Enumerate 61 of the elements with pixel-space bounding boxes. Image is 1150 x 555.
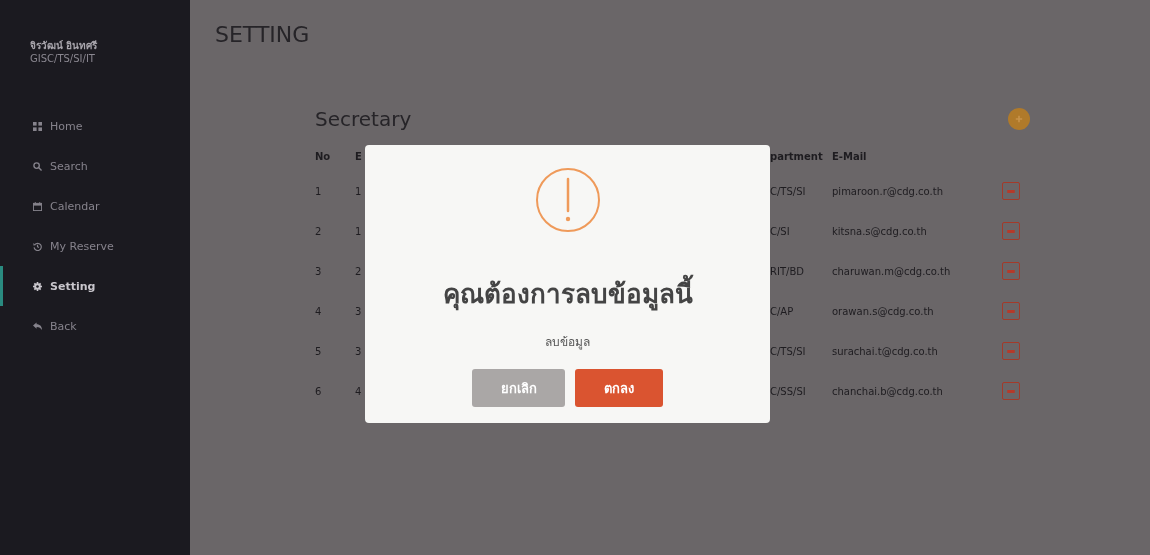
- add-button[interactable]: [1008, 108, 1030, 130]
- table-cell-text: orawan.s@cdg.co.th: [832, 305, 935, 317]
- minus-icon: [1007, 309, 1015, 313]
- minus-icon: [1007, 269, 1015, 273]
- minus-icon: [1007, 349, 1015, 353]
- table-cell-text: C/TS/SI: [770, 345, 807, 357]
- table-cell-text: C/TS/SI: [770, 185, 807, 197]
- warning-icon: [534, 167, 601, 233]
- table-cell-text: pimaroon.r@cdg.co.th: [832, 185, 944, 197]
- delete-button[interactable]: [1002, 182, 1020, 200]
- history-icon: [33, 241, 42, 251]
- calendar-icon: [33, 201, 42, 211]
- table-cell-text: chanchai.b@cdg.co.th: [832, 385, 944, 397]
- table-cell-text: 1: [355, 225, 363, 237]
- column-header: E-Mail: [832, 150, 868, 162]
- section-title: Secretary: [315, 107, 412, 131]
- dialog-message: ลบข้อมูล: [545, 334, 590, 351]
- delete-button[interactable]: [1002, 302, 1020, 320]
- minus-icon: [1007, 189, 1015, 193]
- minus-icon: [1007, 389, 1015, 393]
- table-cell-text: 2: [355, 265, 363, 277]
- delete-button[interactable]: [1002, 262, 1020, 280]
- column-header: E: [355, 150, 363, 162]
- user-unit: GISC/TS/SI/IT: [30, 53, 96, 64]
- table-cell-text: 3: [315, 265, 323, 277]
- table-cell-text: charuwan.m@cdg.co.th: [832, 265, 952, 277]
- table-cell-text: C/SI: [770, 225, 791, 237]
- table-cell-text: C/SS/SI: [770, 385, 807, 397]
- column-header: partment: [770, 150, 824, 162]
- sidebar-item[interactable]: My Reserve: [0, 226, 190, 266]
- grid-icon: [33, 121, 42, 131]
- table-cell-text: 1: [315, 185, 323, 197]
- user-name: จิรวัฒน์ อินทศรี: [30, 39, 99, 53]
- table-cell-text: 2: [315, 225, 323, 237]
- table-cell-text: RIT/BD: [770, 265, 805, 277]
- sidebar-item[interactable]: Calendar: [0, 186, 190, 226]
- page-title: SETTING: [215, 22, 311, 47]
- table-cell-text: 4: [315, 305, 323, 317]
- table-cell-text: 6: [315, 385, 323, 397]
- delete-button[interactable]: [1002, 222, 1020, 240]
- column-header: No: [315, 150, 332, 162]
- sidebar-item[interactable]: Back: [0, 306, 190, 346]
- table-cell-text: 4: [355, 385, 363, 397]
- search-icon: [33, 161, 42, 171]
- settings-icon: [33, 281, 42, 291]
- plus-icon: [1015, 115, 1023, 123]
- sidebar-item[interactable]: Home: [0, 106, 190, 146]
- confirm-button[interactable]: ตกลง: [575, 369, 663, 407]
- table-cell-text: C/AP: [770, 305, 795, 317]
- delete-button[interactable]: [1002, 342, 1020, 360]
- minus-icon: [1007, 229, 1015, 233]
- table-cell-text: 3: [355, 345, 363, 357]
- table-cell-text: 1: [355, 185, 363, 197]
- table-cell-text: kitsna.s@cdg.co.th: [832, 225, 928, 237]
- reply-arrow-icon: [33, 321, 42, 331]
- table-cell-text: surachai.t@cdg.co.th: [832, 345, 939, 357]
- table-cell-text: 3: [355, 305, 363, 317]
- sidebar-item[interactable]: Search: [0, 146, 190, 186]
- dialog-title: คุณต้องการลบข้อมูลนี้: [442, 273, 693, 314]
- delete-button[interactable]: [1002, 382, 1020, 400]
- table-cell-text: 5: [315, 345, 323, 357]
